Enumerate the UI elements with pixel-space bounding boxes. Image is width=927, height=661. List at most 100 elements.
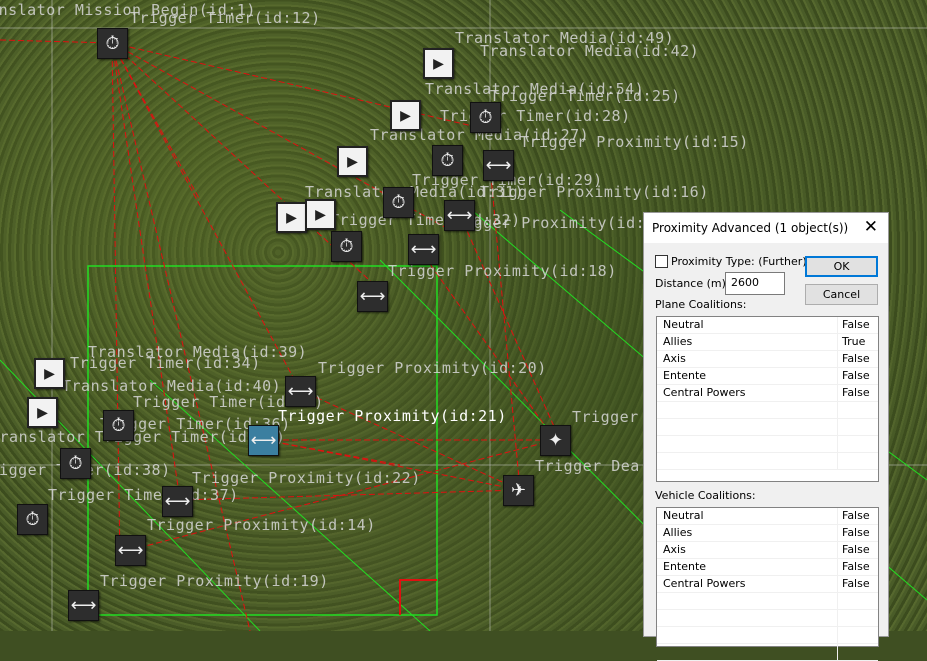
proximity-advanced-dialog: Proximity Advanced (1 object(s)) ✕ Proxi… [643, 212, 889, 661]
coalition-value[interactable]: False [838, 576, 870, 592]
coalition-value[interactable] [838, 402, 842, 418]
media-icon[interactable]: ▶ [337, 146, 368, 177]
map-label[interactable]: Trigger Proximity(id:19) [100, 572, 329, 590]
coalition-value[interactable]: False [838, 368, 870, 384]
ok-button[interactable]: OK [805, 256, 878, 277]
coalition-row[interactable]: Entente False [657, 559, 878, 576]
coalition-value[interactable] [838, 453, 842, 469]
coalition-name: Central Powers [657, 576, 838, 592]
coalition-value[interactable] [838, 610, 842, 626]
coalition-value[interactable]: False [838, 542, 870, 558]
map-label[interactable]: Trigger Proximity(id:16) [480, 183, 709, 201]
coalition-row[interactable]: Allies False [657, 525, 878, 542]
coalition-row[interactable] [657, 593, 878, 610]
vehicle-icon[interactable]: ✈ [503, 475, 534, 506]
proximity-icon[interactable]: ⟷ [162, 486, 193, 517]
timer-icon[interactable]: ⏱ [383, 187, 414, 218]
coalition-row[interactable] [657, 436, 878, 453]
coalition-name: Allies [657, 525, 838, 541]
coalition-row[interactable] [657, 402, 878, 419]
proximity-icon[interactable]: ⟷ [444, 200, 475, 231]
media-icon[interactable]: ▶ [27, 397, 58, 428]
coalition-name [657, 644, 838, 660]
coalition-row[interactable]: Central Powers False [657, 576, 878, 593]
map-label[interactable]: Trigger Timer(id:34) [70, 354, 261, 372]
deactivate-icon[interactable]: ✦ [540, 425, 571, 456]
timer-icon[interactable]: ⏱ [60, 448, 91, 479]
map-label[interactable]: Trigger Proximity(id:20) [318, 359, 547, 377]
coalition-value[interactable]: True [838, 334, 865, 350]
media-icon[interactable]: ▶ [34, 358, 65, 389]
coalition-row[interactable]: Neutral False [657, 317, 878, 334]
coalition-value[interactable] [838, 593, 842, 609]
coalition-name: Allies [657, 334, 838, 350]
proximity-icon[interactable]: ⟷ [115, 535, 146, 566]
coalition-value[interactable] [838, 419, 842, 435]
timer-icon[interactable]: ⏱ [432, 145, 463, 176]
map-label[interactable]: Trigger Proximity(id:15) [520, 133, 749, 151]
distance-input[interactable]: 2600 [725, 272, 785, 295]
proximity-icon[interactable]: ⟷ [68, 590, 99, 621]
media-icon[interactable]: ▶ [305, 199, 336, 230]
proximity-icon[interactable]: ⟷ [483, 150, 514, 181]
map-label[interactable]: Trigger Proximity(id:17) [445, 214, 674, 232]
proximity-icon[interactable]: ⟷ [285, 376, 316, 407]
vehicle-coalitions-list[interactable]: Neutral False Allies False Axis False Entente F… [656, 507, 879, 661]
coalition-value[interactable]: False [838, 525, 870, 541]
coalition-name: Neutral [657, 317, 838, 333]
coalition-row[interactable]: Allies True [657, 334, 878, 351]
plane-coalitions-label: Plane Coalitions: [655, 298, 747, 311]
coalition-row[interactable]: Axis False [657, 351, 878, 368]
coalition-row[interactable] [657, 644, 878, 661]
map-label[interactable]: Trigger Timer(id:28) [440, 107, 631, 125]
map-label[interactable]: Trigger Proximity(id:14) [147, 516, 376, 534]
coalition-name [657, 627, 838, 643]
timer-icon[interactable]: ⏱ [97, 28, 128, 59]
coalition-row[interactable]: Central Powers False [657, 385, 878, 402]
proximity-icon[interactable]: ⟷ [408, 234, 439, 265]
map-label[interactable]: Trigger Dea [535, 457, 640, 475]
media-icon[interactable]: ▶ [390, 100, 421, 131]
close-icon[interactable]: ✕ [864, 217, 878, 237]
coalition-value[interactable]: False [838, 559, 870, 575]
coalition-value[interactable]: False [838, 317, 870, 333]
map-label[interactable]: Trigger [572, 408, 639, 426]
proximity-icon[interactable]: ⟷ [357, 281, 388, 312]
proximity-type-checkbox[interactable]: Proximity Type: (Further) [655, 255, 807, 268]
plane-coalitions-list[interactable]: Neutral False Allies True Axis False Entente Fa… [656, 316, 879, 482]
coalition-row[interactable] [657, 610, 878, 627]
coalition-row[interactable]: Entente False [657, 368, 878, 385]
coalition-value[interactable] [838, 644, 842, 660]
map-label[interactable]: Trigger Proximity(id:22) [192, 469, 421, 487]
timer-icon[interactable]: ⏱ [331, 231, 362, 262]
cancel-button[interactable]: Cancel [805, 284, 878, 305]
coalition-name [657, 610, 838, 626]
coalition-value[interactable]: False [838, 508, 870, 524]
vehicle-coalitions-label: Vehicle Coalitions: [655, 489, 756, 502]
map-label[interactable]: Trigger Timer(id:25) [490, 87, 681, 105]
map-label[interactable]: Trigger Timer(id:12) [130, 9, 321, 27]
map-label[interactable]: Translator Trigger Timer(id:35) [0, 428, 285, 446]
coalition-value[interactable]: False [838, 385, 870, 401]
coalition-row[interactable]: Neutral False [657, 508, 878, 525]
distance-label: Distance (m): [655, 277, 730, 290]
coalition-value[interactable] [838, 436, 842, 452]
timer-icon[interactable]: ⏱ [17, 504, 48, 535]
coalition-value[interactable]: False [838, 351, 870, 367]
coalition-name [657, 402, 838, 418]
map-label-selected[interactable]: Trigger Proximity(id:21) [278, 407, 507, 425]
media-icon[interactable]: ▶ [423, 48, 454, 79]
map-label[interactable]: Trigger Timer(id:37) [48, 486, 239, 504]
coalition-row[interactable]: Axis False [657, 542, 878, 559]
selected-proximity-icon[interactable]: ⟷ [248, 425, 279, 456]
checkbox-box[interactable] [655, 255, 668, 268]
timer-icon[interactable]: ⏱ [470, 102, 501, 133]
coalition-name: Entente [657, 368, 838, 384]
coalition-row[interactable] [657, 627, 878, 644]
coalition-row[interactable] [657, 453, 878, 470]
media-icon[interactable]: ▶ [276, 202, 307, 233]
coalition-value[interactable] [838, 627, 842, 643]
map-label[interactable]: Translator Media(id:42) [480, 42, 699, 60]
timer-icon[interactable]: ⏱ [103, 410, 134, 441]
coalition-row[interactable] [657, 419, 878, 436]
